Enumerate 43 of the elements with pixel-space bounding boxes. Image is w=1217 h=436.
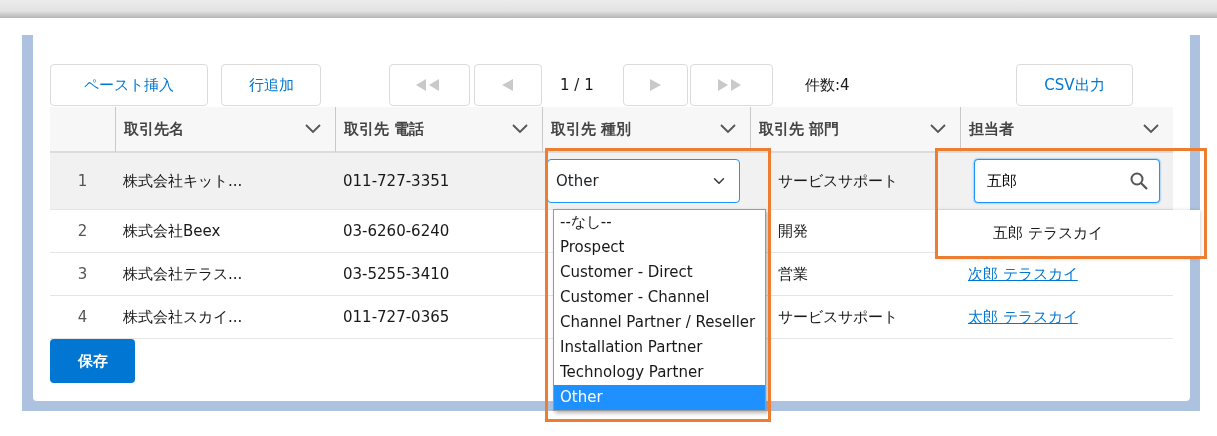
table-cell-text: 株式会社キット... [123, 170, 243, 192]
paste-insert-button[interactable]: ペースト挿入 [50, 64, 208, 106]
dropdown-option[interactable]: Prospect [554, 235, 765, 260]
chevron-down-icon [512, 124, 528, 134]
table-cell-text: 03-6260-6240 [343, 220, 450, 242]
page-label: 1 / 1 [559, 74, 595, 96]
search-icon [1130, 172, 1148, 190]
table-cell-text: 011-727-0365 [343, 306, 450, 328]
chevron-down-icon [1143, 124, 1159, 134]
lookup-field[interactable]: 五郎 [974, 159, 1160, 203]
table-cell-text: 開発 [778, 220, 808, 242]
left-triangle-icon [502, 79, 514, 91]
save-button[interactable]: 保存 [50, 339, 135, 383]
csv-export-button[interactable]: CSV出力 [1016, 64, 1133, 106]
dropdown-option[interactable]: Installation Partner [554, 335, 765, 360]
dropdown-option[interactable]: Customer - Direct [554, 260, 765, 285]
table-cell-text: 株式会社Beex [123, 220, 221, 242]
dropdown-option[interactable]: --なし-- [554, 210, 765, 235]
row-background: 2 [50, 210, 115, 253]
table-cell-text: サービスサポート [778, 170, 898, 192]
column-header[interactable]: 担当者 [969, 117, 1014, 141]
type-select[interactable]: Other [547, 159, 740, 203]
table-cell-text: 営業 [778, 263, 808, 285]
owner-link[interactable]: 次郎 テラスカイ [968, 262, 1078, 286]
chevron-down-icon [930, 124, 946, 134]
dropdown-option[interactable]: Channel Partner / Reseller [554, 310, 765, 335]
chevron-down-icon [305, 124, 321, 134]
suggestion-option[interactable]: 五郎 テラスカイ [993, 222, 1103, 245]
table-cell-text: 03-5255-3410 [343, 263, 450, 285]
table-cell-text: サービスサポート [778, 306, 898, 328]
owner-link[interactable]: 太郎 テラスカイ [968, 305, 1078, 329]
table-cell-text: 011-727-3351 [343, 170, 450, 192]
right-triangle-icon [649, 79, 662, 91]
record-count: 件数:4 [805, 74, 850, 96]
column-header[interactable]: 取引先名 [124, 117, 184, 141]
table-cell-text: 株式会社スカイ... [123, 306, 243, 328]
dropdown-option[interactable]: Customer - Channel [554, 285, 765, 310]
add-row-button[interactable]: 行追加 [221, 64, 321, 106]
row-background: 1 [50, 153, 115, 210]
table-cell-text: 株式会社テラス... [123, 263, 243, 285]
dropdown-option[interactable]: Technology Partner [554, 360, 765, 385]
row-background: 3 [50, 253, 115, 296]
chevron-down-icon [720, 124, 736, 134]
